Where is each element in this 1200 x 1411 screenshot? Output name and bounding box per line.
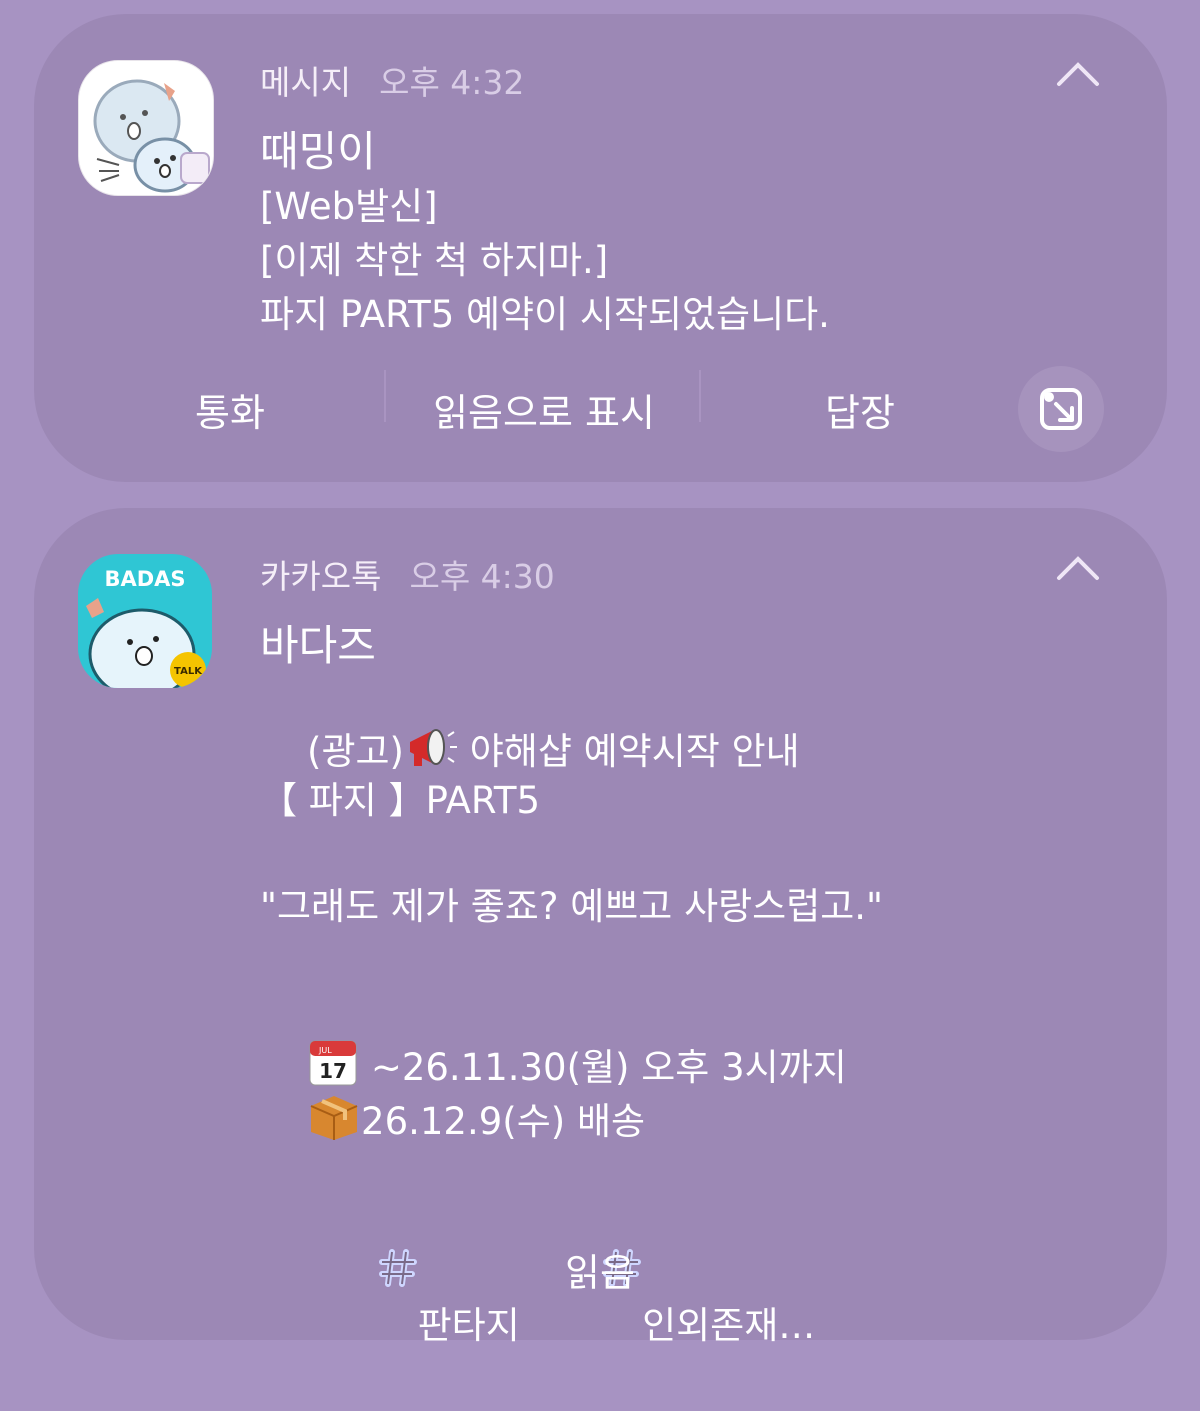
channel-avatar: BADAS TALK xyxy=(78,554,212,688)
quote-line: "그래도 제가 좋죠? 예쁘고 사랑스럽고." xyxy=(260,885,884,928)
chevron-up-icon[interactable] xyxy=(1055,58,1101,88)
ad-prefix: (광고) xyxy=(307,730,404,773)
sender-name: 바다즈 xyxy=(260,621,376,670)
hashtag-line: 판타지 인외존재… xyxy=(260,1140,815,1411)
message-line: 파지 PART5 예약이 시작되었습니다. xyxy=(260,293,830,336)
talk-badge-label: TALK xyxy=(174,666,203,677)
avatar-label: BADAS xyxy=(104,567,185,591)
chevron-up-icon[interactable] xyxy=(1055,552,1101,582)
notification-time: 오후 4:30 xyxy=(409,557,555,596)
message-line: [이제 착한 척 하지마.] xyxy=(260,239,609,282)
divider xyxy=(384,370,386,422)
expand-window-button[interactable] xyxy=(1018,366,1104,452)
expand-window-icon xyxy=(1040,388,1082,430)
message-line: [Web발신] xyxy=(260,185,438,228)
notification-time: 오후 4:32 xyxy=(379,63,525,102)
ship-text: 26.12.9(수) 배송 xyxy=(361,1100,646,1143)
sender-avatar xyxy=(78,60,214,196)
hashtag: 판타지 xyxy=(417,1304,520,1347)
hashtag: 인외존재… xyxy=(642,1304,816,1347)
part-line: 【 파지 】PART5 xyxy=(260,779,541,822)
kakaotalk-notification-card[interactable]: BADAS TALK 카카오톡 오후 4:30 바다즈 (광고) 야해샵 예약시… xyxy=(34,508,1167,1347)
mark-read-button[interactable]: 읽음으로 표시 xyxy=(433,382,655,437)
reply-button[interactable]: 답장 xyxy=(825,382,895,437)
read-button[interactable]: 읽음 xyxy=(565,1242,635,1297)
package-icon xyxy=(310,1096,358,1140)
app-name: 카카오톡 xyxy=(260,557,382,596)
megaphone-icon xyxy=(410,729,457,766)
divider xyxy=(699,370,701,422)
hash-icon xyxy=(307,1194,418,1357)
message-notification-card[interactable]: 메시지 오후 4:32 때밍이 [Web발신] [이제 착한 척 하지마.] 파… xyxy=(34,14,1167,482)
sender-name: 때밍이 xyxy=(260,127,376,176)
app-name: 메시지 xyxy=(260,63,352,102)
ad-text: 야해샵 예약시작 안내 xyxy=(469,730,800,773)
call-button[interactable]: 통화 xyxy=(195,382,265,437)
